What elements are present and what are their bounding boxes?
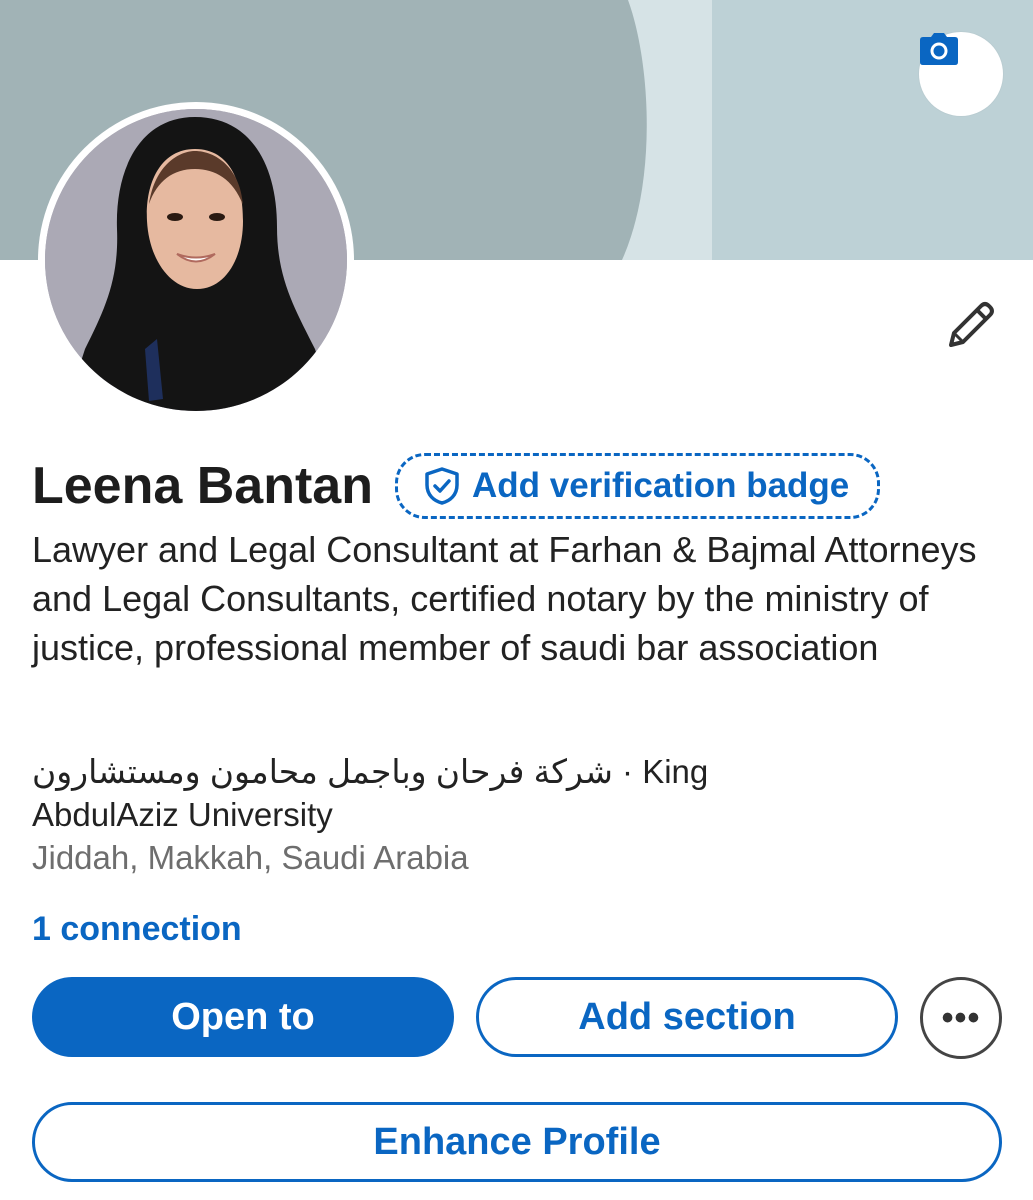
verification-badge-label: Add verification badge bbox=[471, 466, 850, 505]
education-arabic-company: شركة فرحان وباجمل محامون ومستشارون bbox=[32, 753, 613, 790]
enhance-profile-button[interactable]: Enhance Profile bbox=[32, 1102, 1002, 1182]
add-verification-badge-button[interactable]: Add verification badge bbox=[394, 453, 881, 519]
open-to-button[interactable]: Open to bbox=[32, 977, 454, 1057]
education-line-1: شركة فرحان وباجمل محامون ومستشارون · Kin… bbox=[32, 750, 1007, 793]
profile-name: Leena Bantan bbox=[32, 457, 373, 515]
avatar[interactable] bbox=[38, 102, 354, 418]
current-position-education[interactable]: شركة فرحان وباجمل محامون ومستشارون · Kin… bbox=[32, 750, 1007, 836]
pencil-icon bbox=[949, 302, 994, 347]
connections-link[interactable]: 1 connection bbox=[32, 910, 242, 949]
name-row: Leena Bantan Add verification badge bbox=[32, 448, 881, 524]
shield-check-icon bbox=[425, 467, 459, 505]
education-line-2: AbdulAziz University bbox=[32, 796, 333, 833]
edit-profile-button[interactable] bbox=[938, 292, 1004, 358]
profile-location: Jiddah, Makkah, Saudi Arabia bbox=[32, 839, 469, 876]
add-section-button[interactable]: Add section bbox=[476, 977, 898, 1057]
profile-photo bbox=[45, 109, 347, 411]
separator-dot: · bbox=[622, 753, 634, 790]
more-options-button[interactable]: ••• bbox=[920, 977, 1002, 1059]
profile-headline: Lawyer and Legal Consultant at Farhan & … bbox=[32, 529, 977, 668]
camera-icon bbox=[920, 33, 958, 65]
edit-banner-button[interactable] bbox=[919, 32, 1003, 116]
education-latin-start: King bbox=[642, 753, 709, 790]
